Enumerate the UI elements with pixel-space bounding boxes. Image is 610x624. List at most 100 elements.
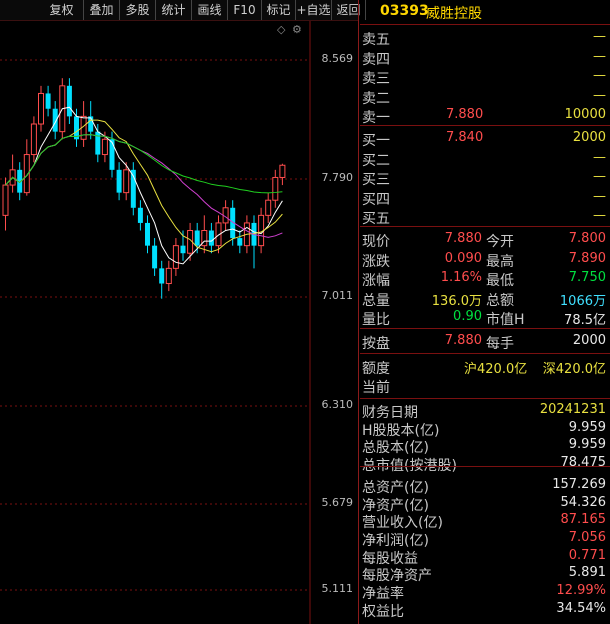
ma20-line [5,134,283,238]
chart-toolbar: 复权 叠加 多股 统计 画线 F10 标记 +自选 返回 [0,0,366,21]
ma60-line [5,134,283,194]
candle [194,230,200,246]
price-tick-label: 6.310 [321,398,354,411]
sell-label: 卖四 [362,51,390,68]
stock-name: 威胜控股 [426,6,482,22]
candle [145,222,150,246]
candle [237,238,243,246]
stock-header: 03393 威胜控股 [360,0,610,24]
sell-label: 卖二 [362,90,390,107]
fundamental-value: 157.269 [552,476,606,492]
panel-separator [360,398,610,399]
quote-panel: 卖五 — 卖四 — 卖三 — 卖二 — 卖一 7.880 10000 买一 7.840 2000 买二 — 买三… [360,24,610,624]
toolbar-button-7[interactable]: +自选 [296,0,332,20]
quote-label: 市值H [486,312,525,328]
candle [265,199,272,216]
fundamental-value: 34.54% [556,600,606,616]
candle [137,207,143,223]
toolbar-button-6[interactable]: 标记 [262,0,296,20]
candle [2,184,9,216]
quote-value: 7.890 [568,250,606,266]
candle [165,267,172,285]
toolbar-button-3[interactable]: 统计 [156,0,192,20]
panel-separator [360,24,610,25]
candle [172,245,179,269]
current-label: 当前 [362,380,390,396]
quota-sh: 沪420.0亿 [464,362,528,377]
fundamental-value: 9.959 [568,437,606,453]
candle [109,139,115,170]
buy-label: 买一 [362,133,390,149]
quote-label: 最低 [486,273,514,289]
candle [116,169,122,193]
sell-volume: 10000 [564,107,606,122]
sell-label: 卖三 [362,71,390,87]
quote-value: 78.5亿 [564,313,606,328]
buy-label: 买五 [362,211,390,227]
buy-label: 买二 [362,152,390,169]
candle [152,245,158,269]
quota-label: 额度 [362,361,390,377]
quote-label: 涨跌 [362,253,390,270]
quote-label: 今开 [486,234,514,250]
quote-value: 7.880 [444,231,482,246]
toolbar-button-4[interactable]: 画线 [192,0,228,20]
toolbar-button-1[interactable]: 叠加 [84,0,120,20]
candle [272,176,279,201]
candle [180,245,186,254]
candle [159,268,165,284]
panpan-value: 7.880 [444,333,482,348]
ma10-line [5,119,283,253]
sell-volume: — [593,29,606,44]
fundamental-value: 20241231 [539,402,606,417]
fundamental-value: 78.475 [560,455,607,471]
buy-volume: — [593,208,606,223]
sell-volume: — [593,68,606,83]
sell-price: 7.880 [446,107,484,122]
candle [45,93,51,109]
quote-value: 1066万 [559,293,606,309]
fundamental-value: 0.771 [568,547,606,563]
candle [208,230,214,246]
price-tick-label: 7.011 [321,289,354,302]
price-tick-label: 7.790 [321,171,354,184]
sell-volume: — [593,87,606,103]
quote-label: 总量 [362,292,390,309]
sell-label: 卖五 [362,32,390,48]
settings-icon[interactable]: ⚙ [292,23,302,36]
sell-volume: — [593,48,606,64]
panel-separator [360,466,610,467]
price-tick-label: 5.111 [321,582,354,595]
price-tick-label: 5.679 [321,496,354,509]
toolbar-button-0[interactable]: 复权 [40,0,84,20]
buy-label: 买四 [362,191,390,208]
quote-value: 0.90 [453,309,482,324]
sell-label: 卖一 [362,110,390,126]
candle [279,164,286,178]
panel-separator [360,328,610,329]
candle [38,92,44,125]
quote-label: 总额 [486,292,514,309]
quote-value: 136.0万 [431,293,482,309]
quote-value: 7.750 [568,270,606,285]
quote-value: 7.800 [568,231,606,246]
kline-chart-svg [0,21,311,624]
diamond-icon[interactable]: ◇ [277,23,285,36]
fundamental-value: 7.056 [568,529,606,545]
quote-label: 最高 [486,253,514,270]
candle [101,138,108,156]
buy-volume: 2000 [572,130,606,145]
panel-divider [358,0,359,624]
candle [52,108,58,132]
candle [30,123,37,156]
toolbar-button-5[interactable]: F10 [228,0,262,20]
panel-separator [360,125,610,126]
quote-label: 涨幅 [362,273,390,289]
buy-volume: — [593,188,606,204]
quote-value: 0.090 [444,250,482,266]
lot-value: 2000 [572,333,606,348]
buy-price: 7.840 [446,130,484,145]
toolbar-button-2[interactable]: 多股 [120,0,156,20]
kline-chart[interactable]: ◇ ⚙ 8.569 7.790 7.011 6.310 5.679 5.111 [0,21,358,624]
stock-code: 03393 [380,3,429,19]
